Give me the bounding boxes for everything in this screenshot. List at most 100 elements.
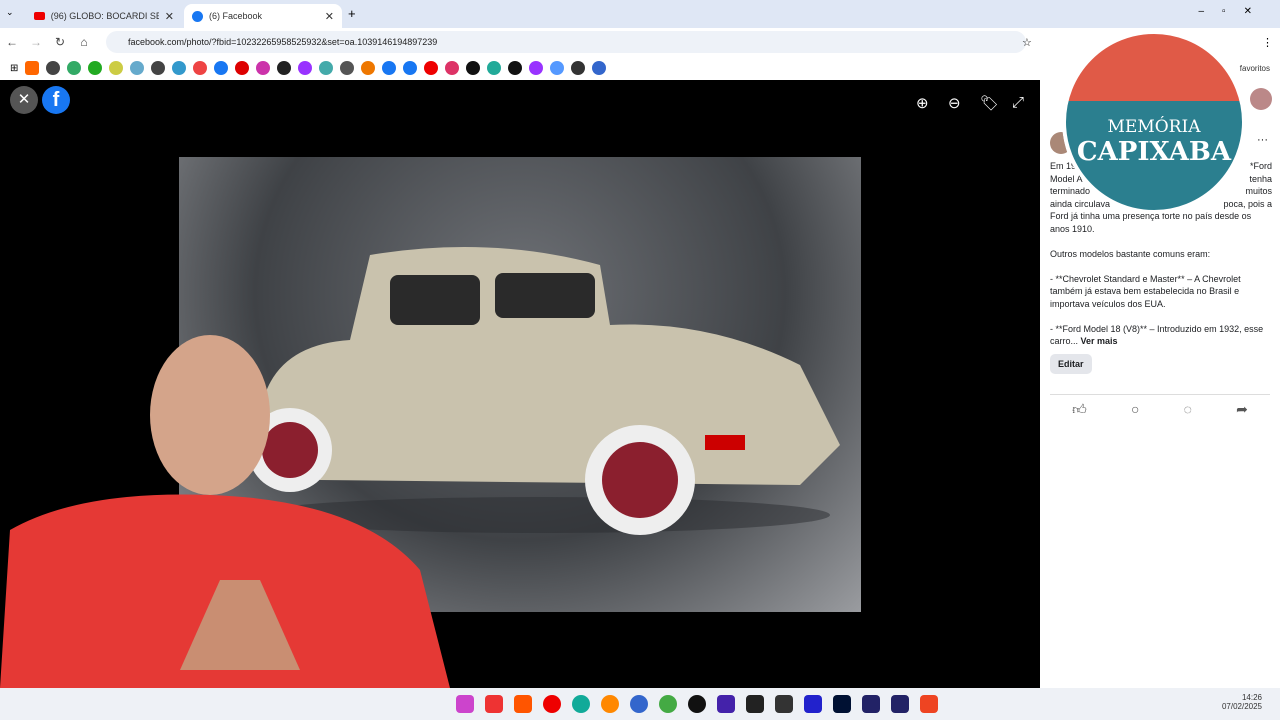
bookmark-icon[interactable] [130,61,145,75]
forward-icon[interactable]: → [24,35,48,49]
bookmark-icon[interactable] [403,61,418,75]
clock-time: 14:26 [1241,693,1262,702]
bookmark-icon[interactable] [172,61,187,75]
bookmark-icon[interactable] [550,61,565,75]
audition-icon[interactable] [862,695,880,713]
close-tab-icon[interactable]: ✕ [165,10,174,23]
logo-text: CAPIXABA [1076,137,1232,167]
edit-button[interactable]: Editar [1050,354,1092,374]
tab-label: (96) GLOBO: BOCARDI SERVIRÁ [50,11,159,21]
app-icon[interactable] [920,695,938,713]
back-icon[interactable]: ← [0,35,24,49]
taskbar: 14:26 07/02/2025 [0,688,1280,720]
text-fragment: ainda circulava [1050,198,1111,209]
bookmark-star-icon[interactable]: ☆ [1022,36,1032,49]
address-bar-row: ← → ↻ ⌂ facebook.com/photo/?fbid=1023226… [0,28,1280,56]
url-input[interactable]: facebook.com/photo/?fbid=102322659585259… [106,31,1026,53]
bookmark-icon[interactable] [529,61,544,75]
clock-date: 07/02/2025 [1221,702,1262,711]
more-options-icon[interactable]: ··· [1257,134,1268,146]
browser-icon[interactable] [630,695,648,713]
close-viewer-button[interactable]: ✕ [10,86,38,114]
facebook-logo-icon[interactable]: f [42,86,70,114]
audition-icon[interactable] [891,695,909,713]
tab-bar: ⌄ (96) GLOBO: BOCARDI SERVIRÁ ✕ (6) Face… [0,0,1280,28]
bookmark-icon[interactable] [340,61,355,75]
post-paragraph: - **Chevrolet Standard e Master** – A Ch… [1050,273,1241,309]
chrome-icon[interactable] [659,695,677,713]
reload-icon[interactable]: ↻ [48,35,72,49]
brave-icon[interactable] [514,695,532,713]
tag-icon[interactable]: 🏷 [980,94,999,112]
window-controls[interactable]: –▫✕ [1199,6,1271,17]
youtube-icon [34,12,45,20]
account-avatar[interactable] [1250,88,1272,110]
bookmark-icon[interactable] [214,61,229,75]
zoom-in-icon[interactable]: ⊕ [916,94,929,112]
bookmark-icon[interactable] [466,61,481,75]
all-bookmarks-link[interactable]: favoritos [1240,64,1270,73]
text-fragment: terminado [1050,186,1091,196]
opera-icon[interactable] [543,695,561,713]
bookmark-icon[interactable] [361,61,376,75]
bookmark-icon[interactable] [25,61,40,75]
logo-text: MEMÓRIA [1107,117,1201,137]
bookmark-icon[interactable] [319,61,334,75]
bookmark-icon[interactable] [592,61,607,75]
facebook-icon [192,10,203,22]
tab-list-chevron-icon[interactable]: ⌄ [6,7,14,18]
url-text: facebook.com/photo/?fbid=102322659585259… [128,37,438,47]
bookmark-icon[interactable] [424,61,439,75]
apps-icon[interactable]: ⊞ [10,63,18,74]
bookmark-icon[interactable] [151,61,166,75]
text-fragment: Ford já tinha uma presença forte no país… [1050,211,1252,234]
vivaldi-icon[interactable] [485,695,503,713]
clock[interactable]: 14:26 07/02/2025 [1222,693,1262,711]
bookmark-icon[interactable] [277,61,292,75]
text-fragment: Model A [1050,173,1083,184]
edge-icon[interactable] [572,695,590,713]
fullscreen-icon[interactable]: ⤢ [1012,94,1024,111]
bookmark-icon[interactable] [571,61,586,75]
app-icon[interactable] [775,695,793,713]
memoria-capixaba-logo: MEMÓRIA CAPIXABA [1062,30,1246,214]
tab-facebook[interactable]: (6) Facebook ✕ [184,4,342,28]
home-icon[interactable]: ⌂ [72,35,96,49]
bookmark-icon[interactable] [88,61,103,75]
app-icon[interactable] [717,695,735,713]
bookmark-icon[interactable] [67,61,82,75]
tab-youtube[interactable]: (96) GLOBO: BOCARDI SERVIRÁ ✕ [26,4,182,28]
bookmark-icon[interactable] [487,61,502,75]
text-fragment: *Ford [1249,161,1272,171]
see-more-link[interactable]: Ver mais [1081,336,1118,346]
taskbar-app-icon[interactable] [456,695,474,713]
whatsapp-icon[interactable]: ◌ [1184,401,1192,418]
bookmark-icon[interactable] [46,61,61,75]
firefox-icon[interactable] [601,695,619,713]
text-fragment: poca, pois a [1223,198,1272,209]
bookmark-icon[interactable] [445,61,460,75]
post-actions: 👍︎ ○ ◌ ➦ [1050,394,1270,418]
like-icon[interactable]: 👍︎ [1072,401,1087,418]
menu-icon[interactable]: ⋮ [1262,36,1273,49]
text-fragment: tenha [1249,173,1272,184]
post-paragraph: Outros modelos bastante comuns eram: [1050,248,1211,259]
bookmark-icon[interactable] [508,61,523,75]
app-icon[interactable] [688,695,706,713]
bookmark-icon[interactable] [235,61,250,75]
bookmark-icon[interactable] [298,61,313,75]
new-tab-button[interactable]: + [348,6,356,21]
webcam-presenter [0,335,450,688]
zoom-out-icon[interactable]: ⊖ [948,94,961,112]
share-icon[interactable]: ➦ [1236,401,1248,418]
bookmark-icon[interactable] [256,61,271,75]
photoshop-icon[interactable] [833,695,851,713]
text-fragment: muitos [1245,186,1272,196]
close-tab-icon[interactable]: ✕ [325,10,334,23]
comment-icon[interactable]: ○ [1131,401,1139,418]
bookmark-icon[interactable] [109,61,124,75]
bookmark-icon[interactable] [382,61,397,75]
app-icon[interactable] [746,695,764,713]
bookmark-icon[interactable] [193,61,208,75]
app-icon[interactable] [804,695,822,713]
